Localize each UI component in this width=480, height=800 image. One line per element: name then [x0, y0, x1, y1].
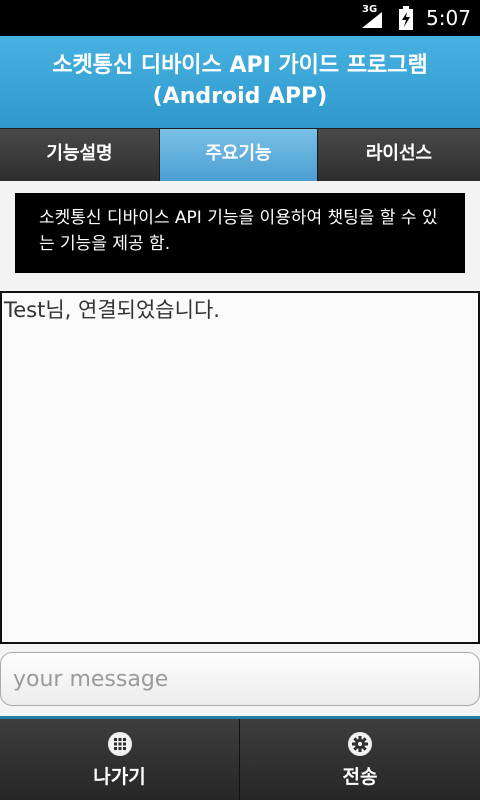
status-bar: 3G 5:07	[0, 0, 480, 36]
exit-button[interactable]: 나가기	[0, 719, 240, 800]
battery-icon	[399, 6, 413, 30]
tab-bar: 기능설명 주요기능 라이선스	[0, 128, 480, 181]
chat-log[interactable]: Test님, 연결되었습니다.	[0, 291, 480, 644]
send-button[interactable]: 전송	[240, 719, 480, 800]
tab-license[interactable]: 라이선스	[318, 129, 480, 181]
page-subtitle: (Android APP)	[152, 84, 328, 109]
tab-main-features[interactable]: 주요기능	[160, 129, 318, 181]
tab-feature-description[interactable]: 기능설명	[0, 129, 160, 181]
feature-description-box: 소켓통신 디바이스 API 기능을 이용하여 챗팅을 할 수 있는 기능을 제공…	[15, 193, 465, 273]
signal-icon	[362, 12, 382, 28]
status-time: 5:07	[426, 6, 471, 30]
bottom-action-bar: 나가기 전송	[0, 716, 480, 800]
gear-icon	[348, 732, 372, 756]
chat-message: Test님, 연결되었습니다.	[4, 298, 220, 322]
grid-icon	[107, 732, 132, 756]
message-input[interactable]	[0, 652, 480, 706]
send-button-label: 전송	[342, 766, 378, 788]
exit-button-label: 나가기	[93, 766, 146, 788]
page-title: 소켓통신 디바이스 API 가이드 프로그램	[52, 53, 428, 78]
app-title-bar: 소켓통신 디바이스 API 가이드 프로그램 (Android APP)	[0, 36, 480, 128]
